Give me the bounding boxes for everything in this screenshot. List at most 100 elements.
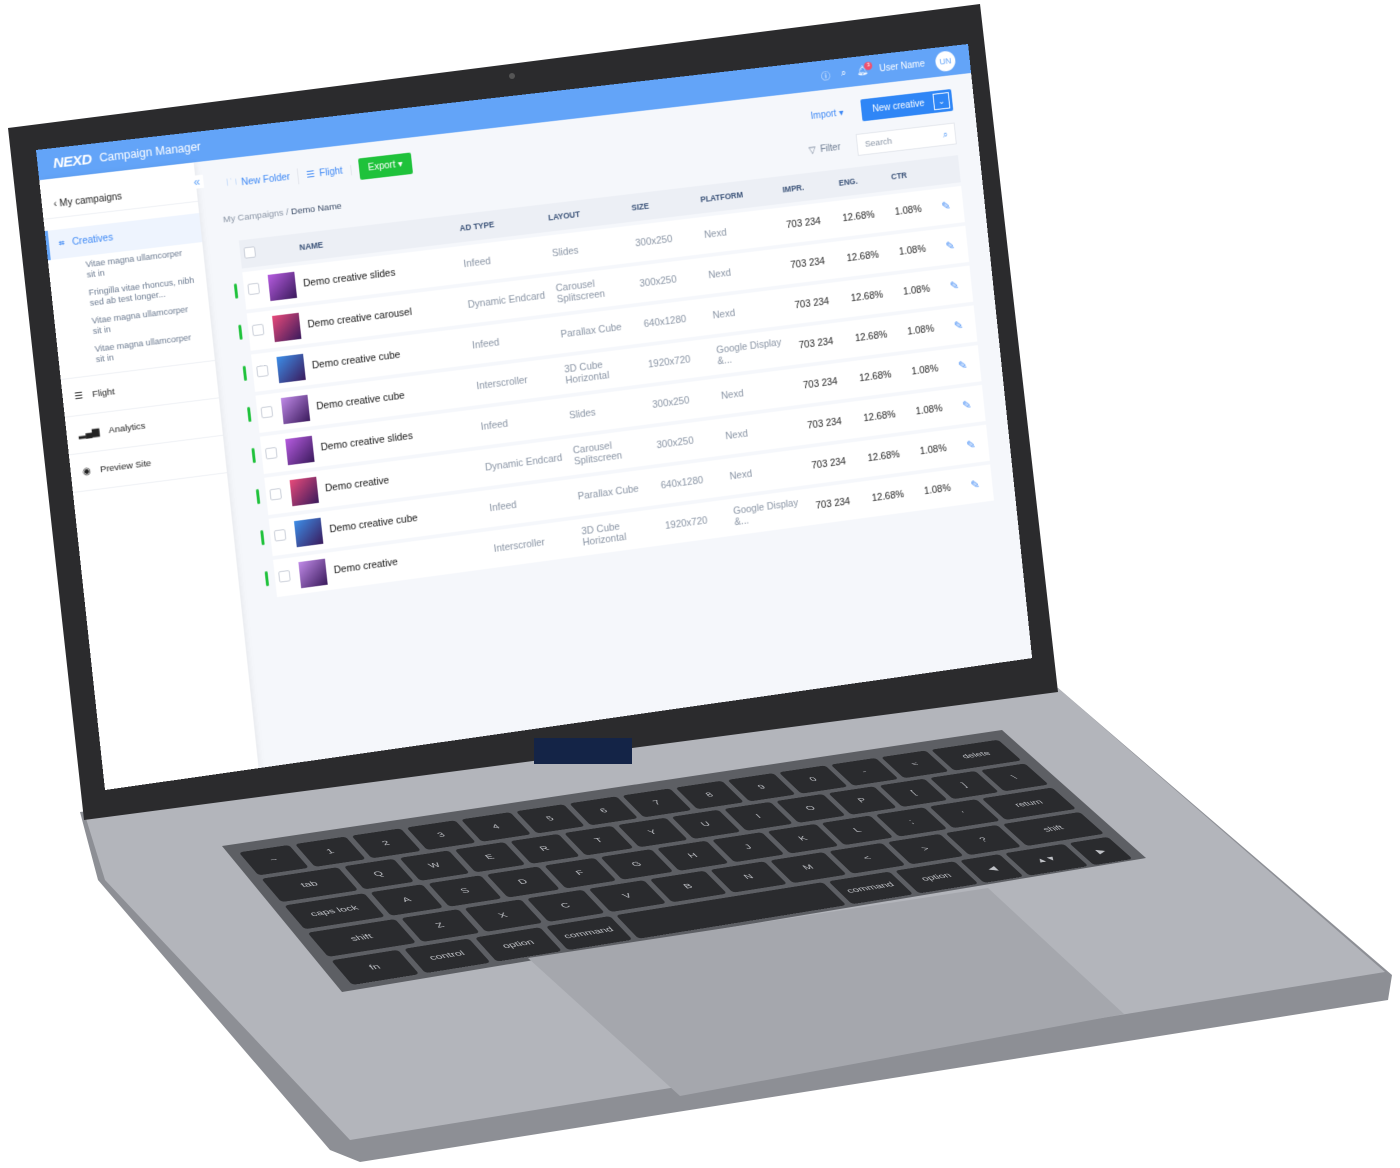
size: 1920x720	[642, 338, 715, 383]
app-title: Campaign Manager	[99, 140, 202, 165]
new-folder-button[interactable]: 🗀︎ New Folder	[219, 168, 300, 193]
edit-icon[interactable]: ✎	[941, 199, 951, 213]
edit-icon[interactable]: ✎	[949, 279, 959, 293]
row-checkbox[interactable]	[252, 323, 265, 336]
creative-thumbnail	[268, 272, 297, 301]
crop-icon: ⌗	[58, 238, 65, 249]
key: X	[464, 899, 542, 932]
chevron-down-icon[interactable]: ⌄	[933, 92, 951, 110]
row-checkbox[interactable]	[269, 487, 282, 500]
app-screen: NEXD Campaign Manager ⓘ ⌕ 🔔︎ 3 User Name …	[36, 44, 1032, 790]
bell-icon[interactable]: 🔔︎ 3	[857, 65, 870, 76]
ctr: 1.08%	[910, 388, 960, 430]
row-checkbox[interactable]	[247, 282, 260, 295]
export-label: Export	[368, 159, 396, 172]
import-dropdown[interactable]: Import ▾	[810, 108, 844, 122]
engagement: 12.68%	[854, 354, 910, 397]
engagement: 12.68%	[862, 434, 918, 477]
avatar[interactable]: UN	[935, 50, 957, 72]
platform: Nexd	[703, 248, 789, 295]
ad-type: Infeed	[475, 398, 567, 446]
ctr: 1.08%	[906, 348, 956, 390]
filter-icon: ▽	[808, 145, 816, 156]
edit-icon[interactable]: ✎	[962, 398, 972, 412]
status-indicator	[256, 488, 260, 503]
impressions: 703 234	[789, 281, 849, 324]
size: 640x1280	[655, 459, 728, 505]
flight-button[interactable]: ☰ Flight	[298, 165, 352, 181]
key: Z	[401, 909, 480, 942]
engagement: 12.68%	[837, 195, 893, 238]
notification-badge: 3	[864, 61, 873, 70]
engagement: 12.68%	[845, 274, 901, 317]
key: A	[370, 884, 444, 916]
ctr: 1.08%	[898, 269, 948, 311]
ad-type: Infeed	[466, 317, 558, 365]
platform: Nexd	[707, 288, 793, 335]
select-all-checkbox[interactable]	[243, 246, 256, 259]
edit-icon[interactable]: ✎	[953, 319, 963, 333]
status-indicator	[243, 365, 247, 380]
layout: 3D Cube Horizontal	[559, 347, 646, 394]
status-indicator	[260, 529, 264, 544]
edit-icon[interactable]: ✎	[958, 358, 968, 372]
edit-icon[interactable]: ✎	[945, 239, 955, 253]
edit-icon[interactable]: ✎	[970, 478, 980, 492]
row-checkbox[interactable]	[261, 405, 274, 418]
edit-icon[interactable]: ✎	[966, 438, 976, 452]
ad-type: Interscroller	[471, 357, 563, 405]
size: 300x250	[651, 419, 724, 465]
logo: NEXD	[52, 151, 92, 171]
row-checkbox[interactable]	[278, 569, 291, 582]
size: 640x1280	[638, 298, 711, 343]
impressions: 703 234	[793, 321, 853, 365]
size: 300x250	[630, 217, 703, 262]
sidebar-item-label: Analytics	[108, 421, 146, 436]
layout: Carousel Splitscreen	[551, 266, 638, 313]
creative-thumbnail	[276, 354, 305, 383]
search-icon[interactable]: ⌕	[841, 68, 847, 79]
ctr: 1.08%	[902, 308, 952, 350]
ad-type: Interscroller	[488, 519, 580, 568]
creative-thumbnail	[285, 436, 314, 466]
key: 1	[295, 837, 365, 867]
creative-thumbnail	[298, 559, 327, 589]
col-ctr[interactable]: CTR	[886, 158, 936, 191]
row-checkbox[interactable]	[256, 364, 269, 377]
back-to-campaigns[interactable]: ‹ My campaigns	[41, 176, 198, 220]
status-indicator	[234, 283, 238, 298]
impressions: 703 234	[798, 361, 858, 405]
layout: Slides	[546, 226, 633, 273]
search-placeholder: Search	[864, 136, 892, 149]
flight-label: Flight	[319, 166, 343, 179]
hinge-notch	[534, 738, 632, 764]
impressions: 703 234	[802, 401, 862, 445]
impressions: 703 234	[810, 481, 870, 525]
search-input[interactable]: Search ⌕	[856, 123, 957, 156]
eye-icon: ◉	[82, 466, 91, 477]
platform: Nexd	[724, 448, 810, 495]
layout: 3D Cube Horizontal	[576, 508, 663, 556]
col-impr[interactable]: IMPR.	[778, 170, 837, 204]
new-folder-label: New Folder	[241, 172, 291, 188]
sliders-icon: ☰	[74, 391, 83, 402]
platform: Nexd	[720, 408, 806, 455]
layout: Carousel Splitscreen	[568, 428, 655, 476]
breadcrumb-root[interactable]: My Campaigns	[223, 207, 285, 224]
export-button[interactable]: Export ▾	[358, 152, 414, 180]
user-name[interactable]: User Name	[879, 59, 926, 74]
row-checkbox[interactable]	[265, 446, 278, 459]
ad-type: Dynamic Endcard	[462, 276, 554, 324]
size: 300x250	[634, 258, 707, 303]
col-size[interactable]: SIZE	[626, 186, 698, 222]
status-indicator	[238, 324, 242, 339]
impressions: 703 234	[806, 441, 866, 485]
row-checkbox[interactable]	[274, 528, 287, 541]
size: 1920x720	[660, 499, 733, 545]
engagement: 12.68%	[841, 234, 897, 277]
size: 300x250	[647, 379, 720, 424]
engagement: 12.68%	[866, 474, 922, 517]
info-icon[interactable]: ⓘ	[820, 68, 830, 83]
filter-button[interactable]: ▽ Filter	[808, 142, 841, 156]
col-eng[interactable]: ENG.	[834, 164, 889, 198]
